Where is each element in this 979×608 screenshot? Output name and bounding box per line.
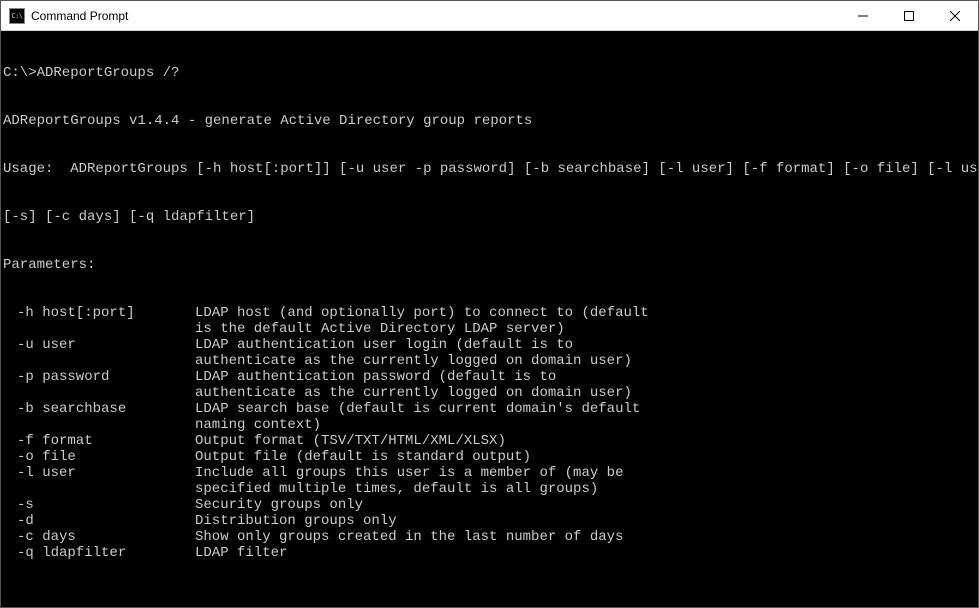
param-flag: -c days bbox=[3, 529, 195, 545]
window-controls bbox=[840, 1, 978, 30]
parameter-row: -f formatOutput format (TSV/TXT/HTML/XML… bbox=[3, 433, 976, 449]
terminal-output[interactable]: C:\>ADReportGroups /? ADReportGroups v1.… bbox=[1, 31, 978, 607]
parameters-list: -h host[:port]LDAP host (and optionally … bbox=[3, 305, 976, 561]
version-line: ADReportGroups v1.4.4 - generate Active … bbox=[3, 113, 976, 129]
command-prompt-window: C:\ Command Prompt C:\>ADReportGroups /?… bbox=[0, 0, 979, 608]
param-flag: -q ldapfilter bbox=[3, 545, 195, 561]
parameter-row: -dDistribution groups only bbox=[3, 513, 976, 529]
parameter-row: -u userLDAP authentication user login (d… bbox=[3, 337, 976, 353]
minimize-button[interactable] bbox=[840, 1, 886, 30]
param-description-continuation: is the default Active Directory LDAP ser… bbox=[3, 321, 976, 337]
param-description: Security groups only bbox=[195, 497, 976, 513]
param-description-continuation: authenticate as the currently logged on … bbox=[3, 353, 976, 369]
param-description: Output file (default is standard output) bbox=[195, 449, 976, 465]
parameter-row: -b searchbaseLDAP search base (default i… bbox=[3, 401, 976, 417]
param-description: LDAP search base (default is current dom… bbox=[195, 401, 976, 417]
param-description: LDAP authentication user login (default … bbox=[195, 337, 976, 353]
param-flag: -o file bbox=[3, 449, 195, 465]
param-description-continuation: specified multiple times, default is all… bbox=[3, 481, 976, 497]
param-description: Include all groups this user is a member… bbox=[195, 465, 976, 481]
window-title: Command Prompt bbox=[31, 9, 840, 23]
param-description-continuation: authenticate as the currently logged on … bbox=[3, 385, 976, 401]
param-description: LDAP host (and optionally port) to conne… bbox=[195, 305, 976, 321]
param-flag: -p password bbox=[3, 369, 195, 385]
param-description: Show only groups created in the last num… bbox=[195, 529, 976, 545]
parameter-row: -l userInclude all groups this user is a… bbox=[3, 465, 976, 481]
parameter-row: -p passwordLDAP authentication password … bbox=[3, 369, 976, 385]
usage-line-2: [-s] [-c days] [-q ldapfilter] bbox=[3, 209, 976, 225]
param-flag: -u user bbox=[3, 337, 195, 353]
param-flag: -s bbox=[3, 497, 195, 513]
parameter-row: -o fileOutput file (default is standard … bbox=[3, 449, 976, 465]
param-description: Distribution groups only bbox=[195, 513, 976, 529]
prompt-line: C:\>ADReportGroups /? bbox=[3, 65, 976, 81]
param-description: Output format (TSV/TXT/HTML/XML/XLSX) bbox=[195, 433, 976, 449]
usage-line: Usage: ADReportGroups [-h host[:port]] [… bbox=[3, 161, 976, 177]
param-flag: -b searchbase bbox=[3, 401, 195, 417]
parameters-header: Parameters: bbox=[3, 257, 976, 273]
param-description: LDAP authentication password (default is… bbox=[195, 369, 976, 385]
close-button[interactable] bbox=[932, 1, 978, 30]
maximize-button[interactable] bbox=[886, 1, 932, 30]
titlebar[interactable]: C:\ Command Prompt bbox=[1, 1, 978, 31]
param-flag: -d bbox=[3, 513, 195, 529]
parameter-row: -h host[:port]LDAP host (and optionally … bbox=[3, 305, 976, 321]
parameter-row: -q ldapfilterLDAP filter bbox=[3, 545, 976, 561]
cmd-icon: C:\ bbox=[9, 8, 25, 24]
param-description: LDAP filter bbox=[195, 545, 976, 561]
param-description-continuation: naming context) bbox=[3, 417, 976, 433]
blank-line bbox=[3, 593, 976, 607]
parameter-row: -c daysShow only groups created in the l… bbox=[3, 529, 976, 545]
param-flag: -l user bbox=[3, 465, 195, 481]
param-flag: -h host[:port] bbox=[3, 305, 195, 321]
param-flag: -f format bbox=[3, 433, 195, 449]
parameter-row: -sSecurity groups only bbox=[3, 497, 976, 513]
